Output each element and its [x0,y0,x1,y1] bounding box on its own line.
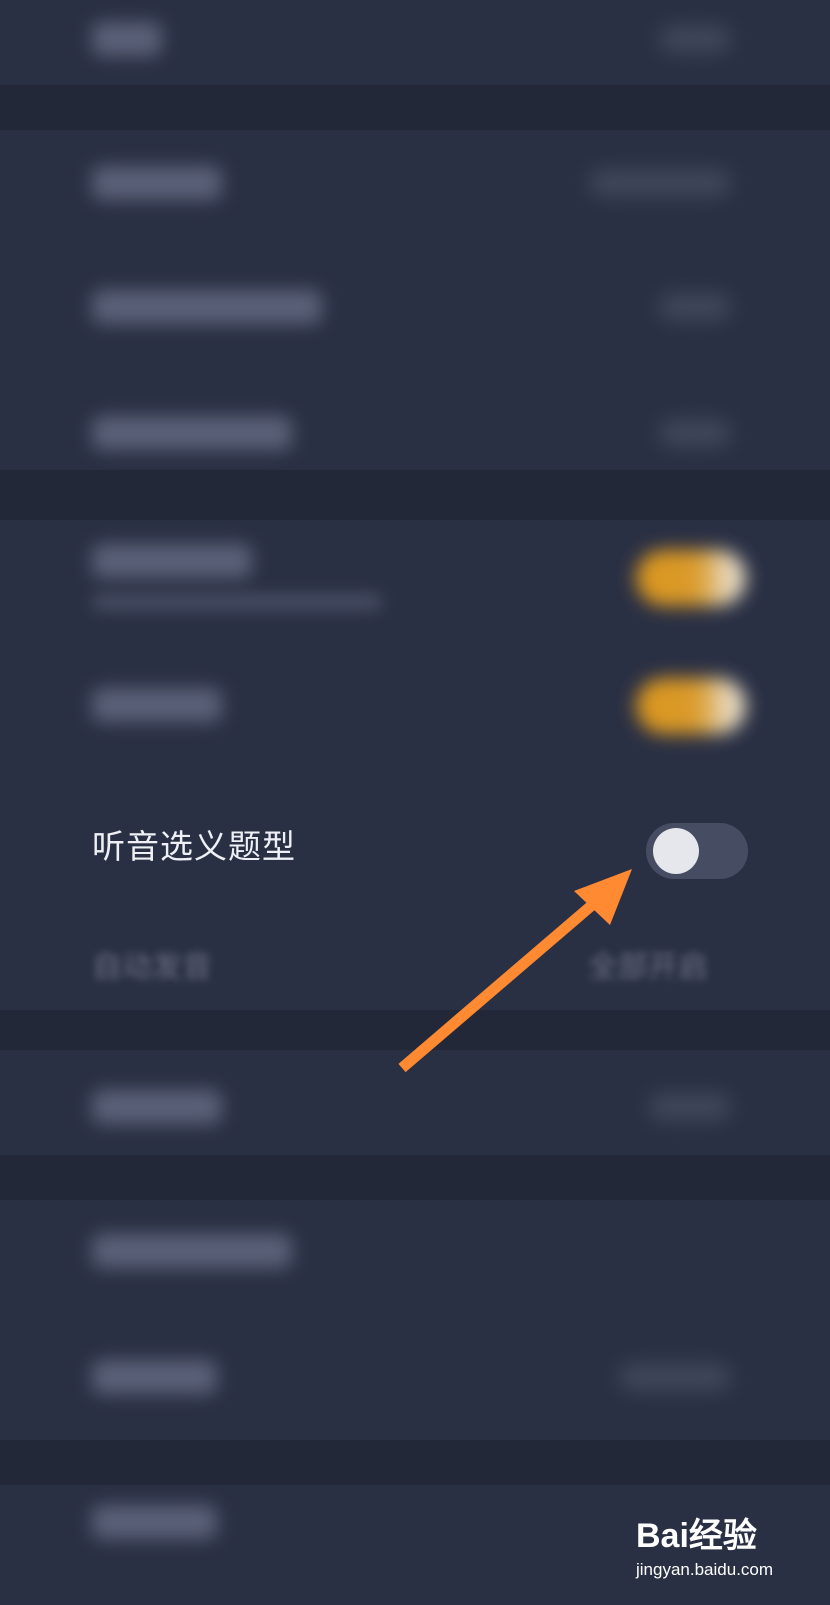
baidu-jingyan-watermark: Bai经验 jingyan.baidu.com [636,1508,816,1598]
arrow-shaft [398,895,602,1073]
annotation-arrow [398,869,632,1073]
watermark-brand: Bai经验 [636,1517,757,1555]
watermark-url: jingyan.baidu.com [636,1560,774,1579]
